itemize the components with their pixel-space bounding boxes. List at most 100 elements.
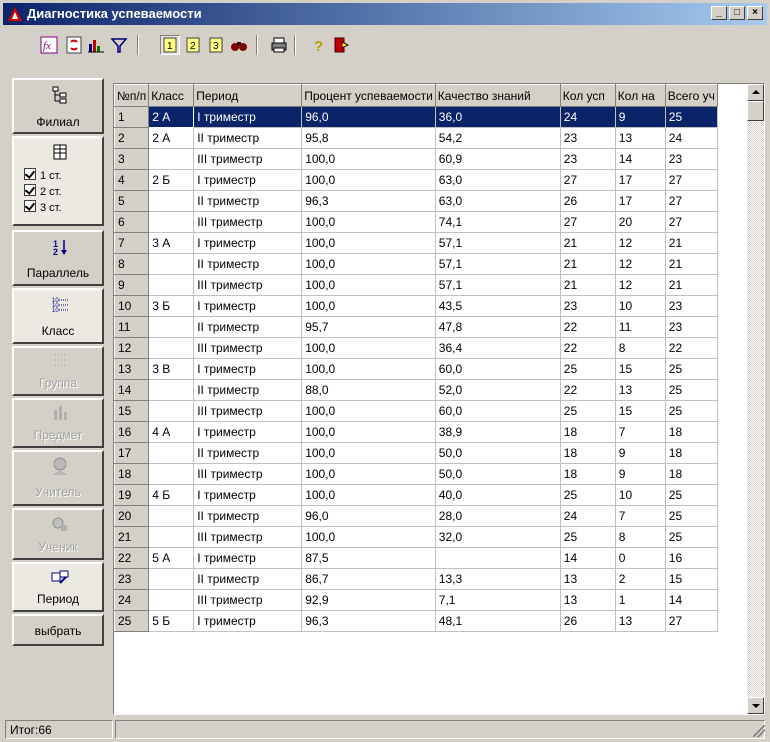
success-percent-cell[interactable]: 88,0 — [301, 379, 436, 401]
table-row[interactable]: 13 3 ВI триместр 100,0 60,0 25 15 25 — [114, 358, 718, 380]
row-number[interactable]: 19 — [114, 484, 150, 506]
period-cell[interactable]: II триместр — [193, 316, 303, 338]
total-students-cell[interactable]: 25 — [665, 400, 718, 422]
row-number[interactable]: 22 — [114, 547, 150, 569]
passed-count-cell[interactable]: 21 — [560, 253, 616, 275]
class-cell[interactable] — [148, 211, 195, 233]
row-number[interactable]: 25 — [114, 610, 150, 632]
total-students-cell[interactable]: 25 — [665, 379, 718, 401]
class-cell[interactable]: 4 А — [148, 421, 195, 443]
passed-count-cell[interactable]: 23 — [560, 148, 616, 170]
table-row[interactable]: 11 II триместр 95,7 47,8 22 11 23 — [114, 316, 718, 338]
resize-grip-icon[interactable] — [753, 725, 765, 737]
knowledge-quality-cell[interactable]: 57,1 — [435, 232, 561, 254]
period-cell[interactable]: III триместр — [193, 211, 303, 233]
column-header-success-percent[interactable]: Процент успеваемости — [301, 84, 436, 107]
knowledge-quality-cell[interactable]: 52,0 — [435, 379, 561, 401]
column-header-number[interactable]: №п/п — [114, 84, 150, 107]
chart-button[interactable] — [86, 35, 106, 55]
table-row[interactable]: 19 4 БI триместр 100,0 40,0 25 10 25 — [114, 484, 718, 506]
stream-2-checkbox[interactable]: 2 ст. — [24, 184, 62, 198]
good-count-cell[interactable]: 9 — [615, 463, 666, 485]
period-cell[interactable]: I триместр — [193, 295, 303, 317]
table-row[interactable]: 21 III триместр 100,0 32,0 25 8 25 — [114, 526, 718, 548]
good-count-cell[interactable]: 20 — [615, 211, 666, 233]
good-count-cell[interactable]: 13 — [615, 127, 666, 149]
period-cell[interactable]: I триместр — [193, 232, 303, 254]
period-cell[interactable]: I триместр — [193, 547, 303, 569]
good-count-cell[interactable]: 13 — [615, 379, 666, 401]
class-cell[interactable] — [148, 148, 195, 170]
table-row[interactable]: 14 II триместр 88,0 52,0 22 13 25 — [114, 379, 718, 401]
knowledge-quality-cell[interactable]: 60,9 — [435, 148, 561, 170]
table-row[interactable]: 22 5 АI триместр 87,5 14 0 16 — [114, 547, 718, 569]
table-row[interactable]: 23 II триместр 86,7 13,3 13 2 15 — [114, 568, 718, 590]
row-number[interactable]: 9 — [114, 274, 150, 296]
table-row[interactable]: 10 3 БI триместр 100,0 43,5 23 10 23 — [114, 295, 718, 317]
total-students-cell[interactable]: 23 — [665, 295, 718, 317]
knowledge-quality-cell[interactable]: 54,2 — [435, 127, 561, 149]
knowledge-quality-cell[interactable]: 63,0 — [435, 190, 561, 212]
period-button[interactable]: Период — [12, 562, 104, 612]
knowledge-quality-cell[interactable]: 7,1 — [435, 589, 561, 611]
column-header-passed-count[interactable]: Кол усп — [559, 84, 616, 107]
success-percent-cell[interactable]: 95,7 — [301, 316, 436, 338]
formula-button[interactable]: fx — [39, 35, 59, 55]
stream-1-checkbox[interactable]: 1 ст. — [24, 168, 62, 182]
table-row[interactable]: 15 III триместр 100,0 60,0 25 15 25 — [114, 400, 718, 422]
column-header-knowledge-quality[interactable]: Качество знаний — [434, 84, 561, 107]
period-cell[interactable]: III триместр — [193, 589, 303, 611]
refresh-button[interactable] — [64, 35, 84, 55]
class-cell[interactable] — [148, 589, 195, 611]
success-percent-cell[interactable]: 96,3 — [301, 190, 436, 212]
row-number[interactable]: 17 — [114, 442, 150, 464]
column-header-good-count[interactable]: Кол на — [614, 84, 666, 107]
good-count-cell[interactable]: 12 — [615, 253, 666, 275]
row-number[interactable]: 7 — [114, 232, 150, 254]
passed-count-cell[interactable]: 25 — [560, 358, 616, 380]
period-cell[interactable]: III триместр — [193, 274, 303, 296]
passed-count-cell[interactable]: 13 — [560, 589, 616, 611]
knowledge-quality-cell[interactable]: 74,1 — [435, 211, 561, 233]
knowledge-quality-cell[interactable]: 60,0 — [435, 358, 561, 380]
class-cell[interactable] — [148, 253, 195, 275]
table-row[interactable]: 16 4 АI триместр 100,0 38,9 18 7 18 — [114, 421, 718, 443]
group-button[interactable]: Группа — [12, 346, 104, 396]
passed-count-cell[interactable]: 21 — [560, 274, 616, 296]
table-row[interactable]: 12 АI триместр 96,0 36,0 24 9 25 — [114, 106, 718, 128]
table-row[interactable]: 3 III триместр 100,0 60,9 23 14 23 — [114, 148, 718, 170]
class-cell[interactable]: 2 А — [148, 106, 195, 128]
passed-count-cell[interactable]: 25 — [560, 526, 616, 548]
success-percent-cell[interactable]: 100,0 — [301, 484, 436, 506]
total-students-cell[interactable]: 16 — [665, 547, 718, 569]
good-count-cell[interactable]: 8 — [615, 337, 666, 359]
class-cell[interactable]: 5 А — [148, 547, 195, 569]
passed-count-cell[interactable]: 18 — [560, 463, 616, 485]
knowledge-quality-cell[interactable]: 50,0 — [435, 463, 561, 485]
row-number[interactable]: 11 — [114, 316, 150, 338]
table-row[interactable]: 22 А II триместр 95,8 54,2 23 13 24 — [114, 127, 718, 149]
passed-count-cell[interactable]: 18 — [560, 442, 616, 464]
class-cell[interactable] — [148, 526, 195, 548]
total-students-cell[interactable]: 21 — [665, 253, 718, 275]
knowledge-quality-cell[interactable]: 32,0 — [435, 526, 561, 548]
title-bar[interactable]: Диагностика успеваемости _ □ × — [3, 3, 767, 25]
stream-3-checkbox[interactable]: 3 ст. — [24, 200, 62, 214]
success-percent-cell[interactable]: 100,0 — [301, 400, 436, 422]
page-3-button[interactable]: 3 — [206, 35, 226, 55]
period-cell[interactable]: II триместр — [193, 127, 303, 149]
good-count-cell[interactable]: 12 — [615, 274, 666, 296]
success-percent-cell[interactable]: 96,0 — [301, 505, 436, 527]
knowledge-quality-cell[interactable]: 50,0 — [435, 442, 561, 464]
period-cell[interactable]: II триместр — [193, 442, 303, 464]
class-cell[interactable]: 3 В — [148, 358, 195, 380]
class-cell[interactable] — [148, 442, 195, 464]
table-row[interactable]: 6 III триместр 100,0 74,1 27 20 27 — [114, 211, 718, 233]
knowledge-quality-cell[interactable]: 40,0 — [435, 484, 561, 506]
success-percent-cell[interactable]: 100,0 — [301, 358, 436, 380]
total-students-cell[interactable]: 18 — [665, 442, 718, 464]
good-count-cell[interactable]: 14 — [615, 148, 666, 170]
filial-button[interactable]: Филиал — [12, 78, 104, 134]
success-percent-cell[interactable]: 100,0 — [301, 232, 436, 254]
passed-count-cell[interactable]: 27 — [560, 211, 616, 233]
